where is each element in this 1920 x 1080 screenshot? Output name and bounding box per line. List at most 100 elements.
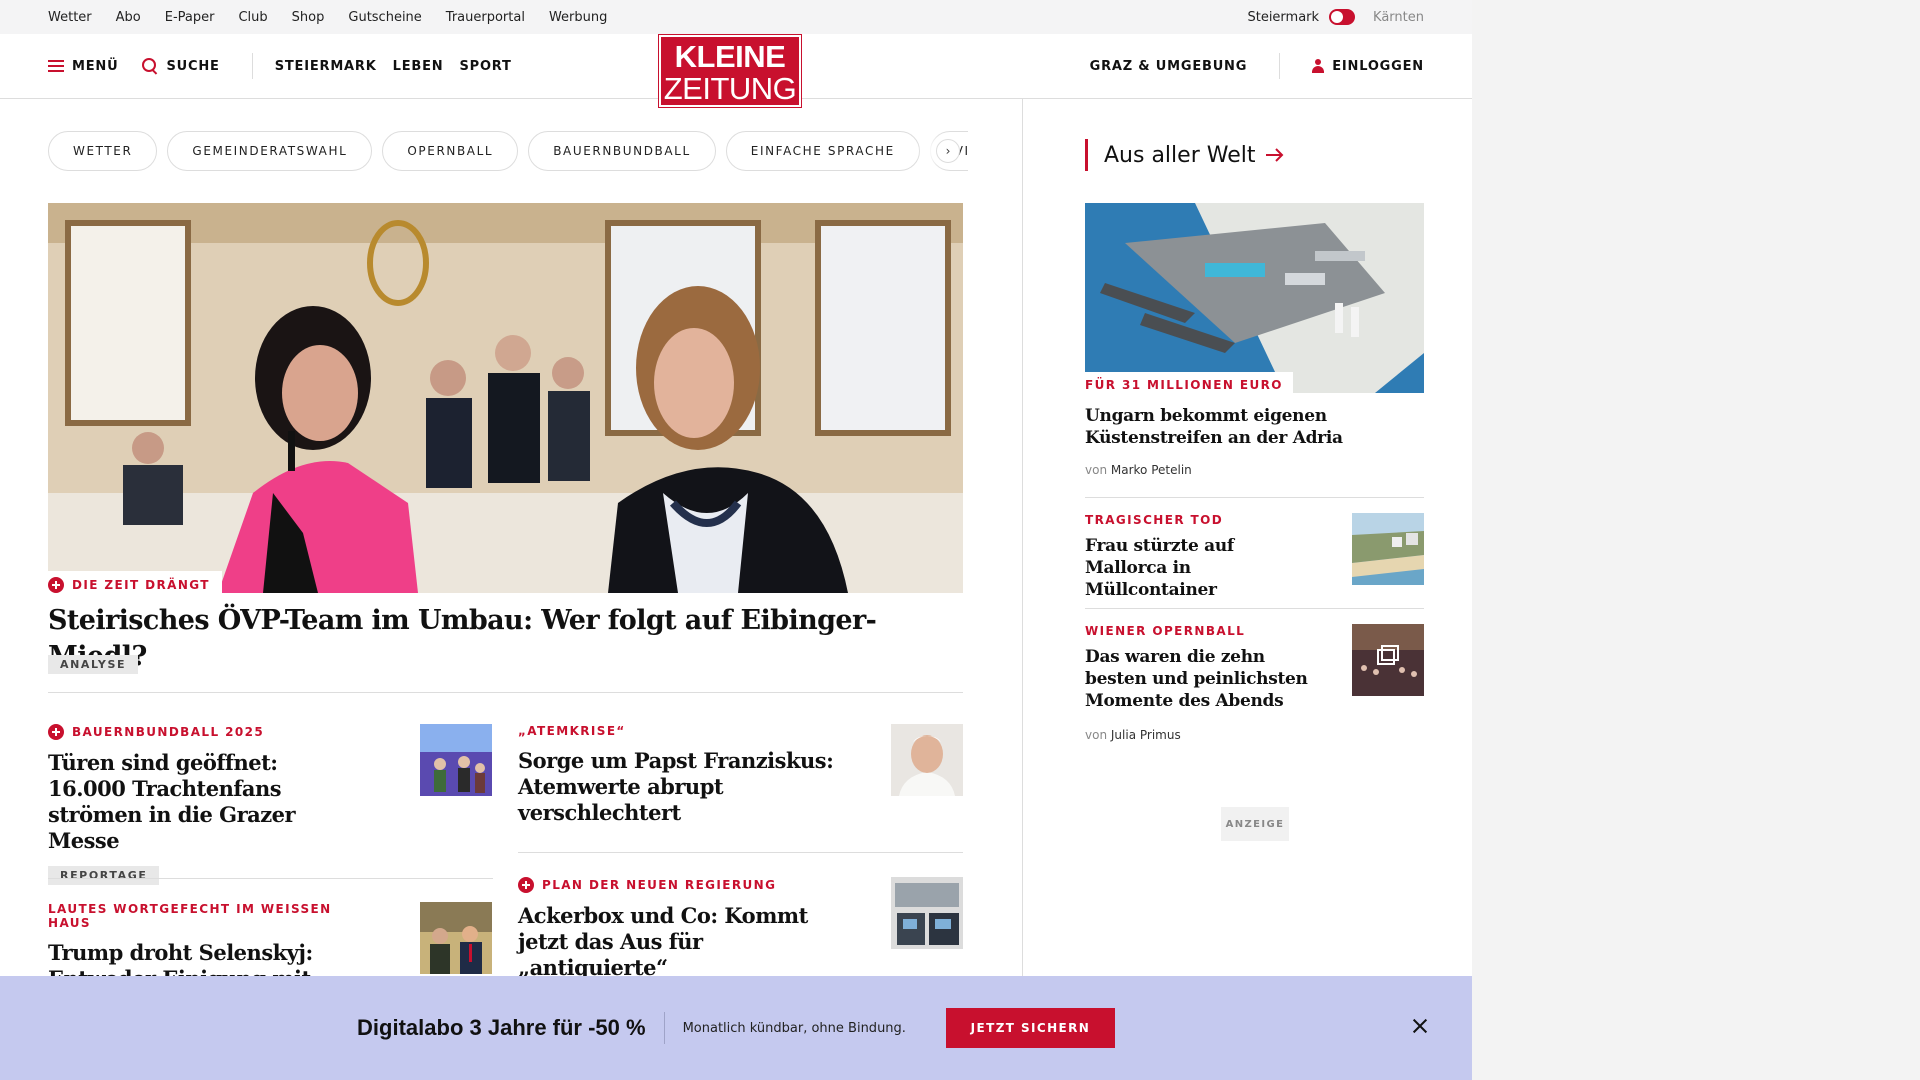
region-steiermark[interactable]: Steiermark xyxy=(1247,10,1319,25)
thumbnail-illustration-trump xyxy=(420,902,492,974)
thumbnail-illustration-opera xyxy=(1352,624,1424,696)
hero-photo-illustration xyxy=(48,203,963,593)
promo-cta-button[interactable]: JETZT SICHERN xyxy=(945,1008,1115,1048)
hero-divider xyxy=(48,692,963,693)
utility-links: Wetter Abo E-Paper Club Shop Gutscheine … xyxy=(48,0,607,34)
utility-link-trauerportal[interactable]: Trauerportal xyxy=(446,10,525,25)
article-kicker-text: BAUERNBUNDBALL 2025 xyxy=(72,725,265,739)
login-label: EINLOGGEN xyxy=(1332,58,1424,74)
article-divider xyxy=(48,878,493,879)
thumbnail-illustration-shop xyxy=(891,877,963,949)
article-title[interactable]: Türen sind geöffnet: 16.000 Trachtenfans… xyxy=(48,750,348,854)
subscription-promo-bar: Digitalabo 3 Jahre für -50 % Monatlich k… xyxy=(0,976,1472,1080)
article-kicker: PLAN DER NEUEN REGIERUNG xyxy=(518,877,858,893)
hero-image[interactable] xyxy=(48,203,963,593)
chip-opernball[interactable]: OPERNBALL xyxy=(382,131,519,171)
topic-chips: WETTER GEMEINDERATSWAHL OPERNBALL BAUERN… xyxy=(48,131,968,171)
sidebar-lead-kicker-text: FÜR 31 MILLIONEN EURO xyxy=(1085,378,1283,392)
byline-author[interactable]: Julia Primus xyxy=(1111,728,1181,742)
menu-button[interactable]: MENÜ xyxy=(48,59,118,74)
hero-kicker-text: DIE ZEIT DRÄNGT xyxy=(72,578,210,592)
region-kaernten[interactable]: Kärnten xyxy=(1373,10,1424,25)
region-toggle[interactable] xyxy=(1329,9,1356,25)
sidebar-kicker-text: WIENER OPERNBALL xyxy=(1085,624,1246,638)
main-header: MENÜ SUCHE STEIERMARK LEBEN SPORT KLEINE… xyxy=(0,34,1472,107)
nav-sport[interactable]: SPORT xyxy=(459,59,511,74)
header-divider-right xyxy=(1279,53,1281,79)
byline-prefix: von xyxy=(1085,463,1108,477)
header-divider xyxy=(251,53,253,79)
nav-steiermark[interactable]: STEIERMARK xyxy=(275,59,377,74)
utility-link-werbung[interactable]: Werbung xyxy=(549,10,607,25)
byline: von Marko Petelin xyxy=(1085,463,1424,477)
header-left: MENÜ SUCHE STEIERMARK LEBEN SPORT xyxy=(48,34,512,98)
article-bauernbundball[interactable]: BAUERNBUNDBALL 2025 Türen sind geöffnet:… xyxy=(48,724,348,885)
byline-author[interactable]: Marko Petelin xyxy=(1111,463,1192,477)
sidebar-thumbnail[interactable] xyxy=(1352,624,1424,696)
sidebar-lead-kicker: FÜR 31 MILLIONEN EURO xyxy=(1085,372,1293,394)
chip-einfache-sprache[interactable]: EINFACHE SPRACHE xyxy=(725,131,920,171)
article-kicker-text: „ATEMKRISE“ xyxy=(518,724,626,738)
arrow-right-icon xyxy=(1266,148,1284,162)
menu-label: MENÜ xyxy=(72,58,119,74)
hamburger-icon xyxy=(48,60,64,72)
article-kicker-text: LAUTES WORTGEFECHT IM WEISSEN HAUS xyxy=(48,902,332,930)
logo-line-2: ZEITUNG xyxy=(663,71,797,106)
article-thumbnail[interactable] xyxy=(891,877,963,949)
ad-label: ANZEIGE xyxy=(1221,807,1289,841)
utility-link-shop[interactable]: Shop xyxy=(292,10,325,25)
article-papst[interactable]: „ATEMKRISE“ Sorge um Papst Franziskus: A… xyxy=(518,724,858,826)
sidebar-thumbnail[interactable] xyxy=(1352,513,1424,585)
promo-headline: Digitalabo 3 Jahre für -50 % xyxy=(357,1015,646,1040)
article-title[interactable]: Sorge um Papst Franziskus: Atemwerte abr… xyxy=(518,748,858,826)
sidebar-article-title[interactable]: Frau stürzte auf Mallorca in Müllcontain… xyxy=(1085,535,1310,601)
kleine-zeitung-logo[interactable]: KLEINE ZEITUNG xyxy=(659,35,801,107)
sidebar-kicker-text: TRAGISCHER TOD xyxy=(1085,513,1224,527)
sidebar-article-ungarn[interactable]: Ungarn bekommt eigenen Küstenstreifen an… xyxy=(1085,405,1424,477)
utility-link-epaper[interactable]: E-Paper xyxy=(165,10,215,25)
thumbnail-illustration-pope xyxy=(891,724,963,796)
logo-line-1: KLEINE xyxy=(674,39,786,74)
sidebar-heading-link[interactable]: Aus aller Welt xyxy=(1085,139,1285,171)
sidebar-divider xyxy=(1085,608,1424,609)
chip-gemeinderatswahl[interactable]: GEMEINDERATSWAHL xyxy=(167,131,373,171)
thumbnail-illustration-beach xyxy=(1352,513,1424,585)
chip-wetter[interactable]: WETTER xyxy=(48,131,158,171)
article-thumbnail[interactable] xyxy=(891,724,963,796)
article-thumbnail[interactable] xyxy=(420,724,492,796)
chip-bauernbundball[interactable]: BAUERNBUNDBALL xyxy=(528,131,716,171)
article-divider xyxy=(518,852,963,853)
sidebar-lead-image[interactable] xyxy=(1085,203,1424,393)
chevron-right-icon[interactable]: › xyxy=(936,139,960,163)
sidebar-heading: Aus aller Welt xyxy=(1104,142,1256,168)
article-kicker: LAUTES WORTGEFECHT IM WEISSEN HAUS xyxy=(48,902,348,930)
utility-link-gutscheine[interactable]: Gutscheine xyxy=(348,10,421,25)
search-button[interactable]: SUCHE xyxy=(142,58,219,74)
hero-headline[interactable]: Steirisches ÖVP-Team im Umbau: Wer folgt… xyxy=(48,603,963,675)
utility-link-club[interactable]: Club xyxy=(238,10,267,25)
search-icon xyxy=(142,58,158,74)
utility-link-abo[interactable]: Abo xyxy=(116,10,141,25)
hero-kicker: DIE ZEIT DRÄNGT xyxy=(48,571,222,597)
premium-plus-icon xyxy=(48,724,64,740)
sidebar-article-title[interactable]: Das waren die zehn besten und peinlichst… xyxy=(1085,646,1310,712)
article-thumbnail[interactable] xyxy=(420,902,492,974)
promo-divider xyxy=(663,1012,665,1044)
sidebar-article-title[interactable]: Ungarn bekommt eigenen Küstenstreifen an… xyxy=(1085,405,1345,449)
sidebar-divider xyxy=(1085,497,1424,498)
login-button[interactable]: EINLOGGEN xyxy=(1312,59,1424,74)
close-icon[interactable] xyxy=(1410,1016,1430,1036)
region-switch: Steiermark Kärnten xyxy=(1247,0,1424,34)
hero-tag-analyse: ANALYSE xyxy=(48,655,139,674)
premium-plus-icon xyxy=(518,877,534,893)
article-kicker: BAUERNBUNDBALL 2025 xyxy=(48,724,348,740)
byline: von Julia Primus xyxy=(1085,728,1424,742)
premium-plus-icon xyxy=(48,577,64,593)
utility-link-wetter[interactable]: Wetter xyxy=(48,10,92,25)
page: Wetter Abo E-Paper Club Shop Gutscheine … xyxy=(0,0,1472,1080)
page-background-gutter xyxy=(1472,0,1920,1080)
nav-leben[interactable]: LEBEN xyxy=(393,59,444,74)
region-link-graz[interactable]: GRAZ & UMGEBUNG xyxy=(1090,59,1248,74)
promo-subtext: Monatlich kündbar, ohne Bindung. xyxy=(682,1020,906,1036)
user-icon xyxy=(1312,59,1325,73)
